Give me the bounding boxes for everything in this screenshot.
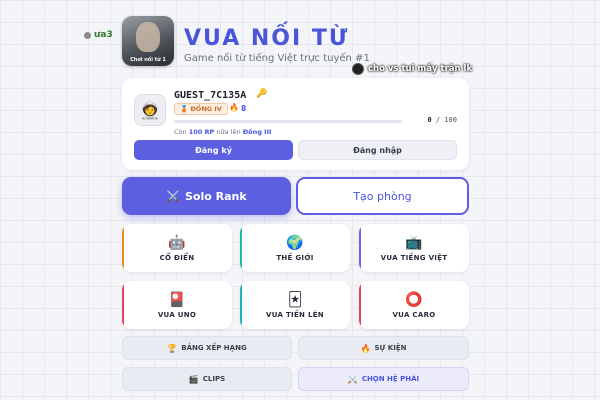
rp-note-middle: nữa lên: [216, 128, 241, 136]
solo-rank-button[interactable]: ⚔️ Solo Rank: [122, 177, 291, 215]
mode-card-vua-uno[interactable]: 🎴 VUA UNO: [122, 281, 232, 329]
app-title: VUA NỐI TỪ: [184, 26, 350, 51]
avatar[interactable]: 🧑‍🚀: [134, 94, 166, 126]
progress-max: 100: [444, 116, 457, 124]
rp-note: Còn 100 RP nữa lên Đồng III: [174, 128, 271, 136]
mode-label: VUA TIẾNG VIỆT: [380, 253, 448, 262]
floating-chat-right: cho vs tui mấy trận lk: [352, 63, 472, 75]
username: GUEST_7C135A: [174, 90, 247, 101]
clips-label: CLIPS: [202, 375, 226, 383]
rank-medal-icon: 🥉: [180, 105, 189, 113]
trophy-icon: 🏆: [167, 343, 178, 353]
rank-progress-text: 0 / 100: [427, 116, 457, 124]
login-button[interactable]: Đăng nhập: [298, 140, 457, 160]
mode-card-vua-tieng-viet[interactable]: 📺 VUA TIẾNG VIỆT: [359, 224, 469, 272]
rank-progress-bar: [174, 120, 402, 123]
mode-card-vua-tien-len[interactable]: 🃏 VUA TIẾN LÊN: [240, 281, 350, 329]
mode-card-the-gioi[interactable]: 🌍 THẾ GIỚI: [240, 224, 350, 272]
floating-chat-left-text: ưa3: [94, 30, 113, 40]
progress-current: 0: [427, 116, 432, 124]
choose-faction-button[interactable]: ⚔️ CHỌN HỆ PHÁI: [298, 367, 469, 391]
app-subtitle: Game nối từ tiếng Việt trực tuyến #1: [184, 53, 370, 64]
mode-label: THẾ GIỚI: [276, 253, 314, 262]
mode-label: VUA UNO: [157, 310, 197, 319]
tv-icon: 📺: [405, 234, 423, 251]
rp-note-target: Đồng III: [242, 128, 272, 136]
streak-count: 8: [241, 104, 247, 113]
solo-rank-label: Solo Rank: [185, 189, 247, 203]
crossed-swords-icon: ⚔️: [166, 189, 180, 203]
create-room-button[interactable]: Tạo phòng: [296, 177, 469, 215]
streak-fire-icon: 🔥: [229, 103, 239, 112]
fire-icon: 🔥: [360, 343, 371, 353]
floating-chat-right-text: cho vs tui mấy trận lk: [368, 64, 473, 74]
events-label: SỰ KIỆN: [374, 344, 407, 352]
leaderboard-label: BẢNG XẾP HẠNG: [181, 344, 247, 352]
events-button[interactable]: 🔥 SỰ KIỆN: [298, 336, 469, 360]
logo-face-icon: [136, 22, 160, 52]
mode-card-co-dien[interactable]: 🤖 CỔ ĐIỂN: [122, 224, 232, 272]
playing-card-icon: 🃏: [287, 291, 303, 308]
globe-icon: 🌍: [286, 234, 304, 251]
clips-button[interactable]: 🎬 CLIPS: [122, 367, 292, 391]
mode-card-vua-caro[interactable]: ⭕ VUA CARO: [359, 281, 469, 329]
crossed-swords-icon: ⚔️: [347, 374, 358, 384]
logo-caption: Chơi nối từ 1: [130, 57, 166, 63]
rank-badge: 🥉 ĐỒNG IV: [174, 103, 228, 115]
mode-label: VUA TIẾN LÊN: [266, 310, 324, 319]
register-button[interactable]: Đăng ký: [134, 140, 293, 160]
clapper-icon: 🎬: [188, 374, 199, 384]
app-logo: Chơi nối từ 1: [122, 16, 174, 66]
uno-card-icon: 🎴: [168, 291, 186, 308]
progress-separator: /: [435, 116, 441, 124]
floating-chat-left: ưa3: [84, 30, 113, 40]
profile-card: 🧑‍🚀 GUEST_7C135A 🔑 🥉 ĐỒNG IV 🔥 8 0 / 100…: [122, 78, 469, 170]
mode-label: VUA CARO: [392, 310, 436, 319]
key-icon: 🔑: [256, 89, 268, 99]
rank-label: ĐỒNG IV: [190, 105, 222, 113]
mode-label: CỔ ĐIỂN: [159, 253, 195, 262]
circle-icon: ⭕: [405, 291, 423, 308]
leaderboard-button[interactable]: 🏆 BẢNG XẾP HẠNG: [122, 336, 292, 360]
chat-avatar-icon: [84, 31, 91, 39]
choose-faction-label: CHỌN HỆ PHÁI: [361, 375, 420, 383]
chat-user-avatar-icon: [352, 63, 364, 75]
robot-icon: 🤖: [168, 234, 186, 251]
avatar-character-icon: 🧑‍🚀: [140, 100, 160, 120]
rp-note-prefix: Còn: [174, 128, 187, 136]
rp-note-amount: 100 RP: [188, 128, 215, 136]
